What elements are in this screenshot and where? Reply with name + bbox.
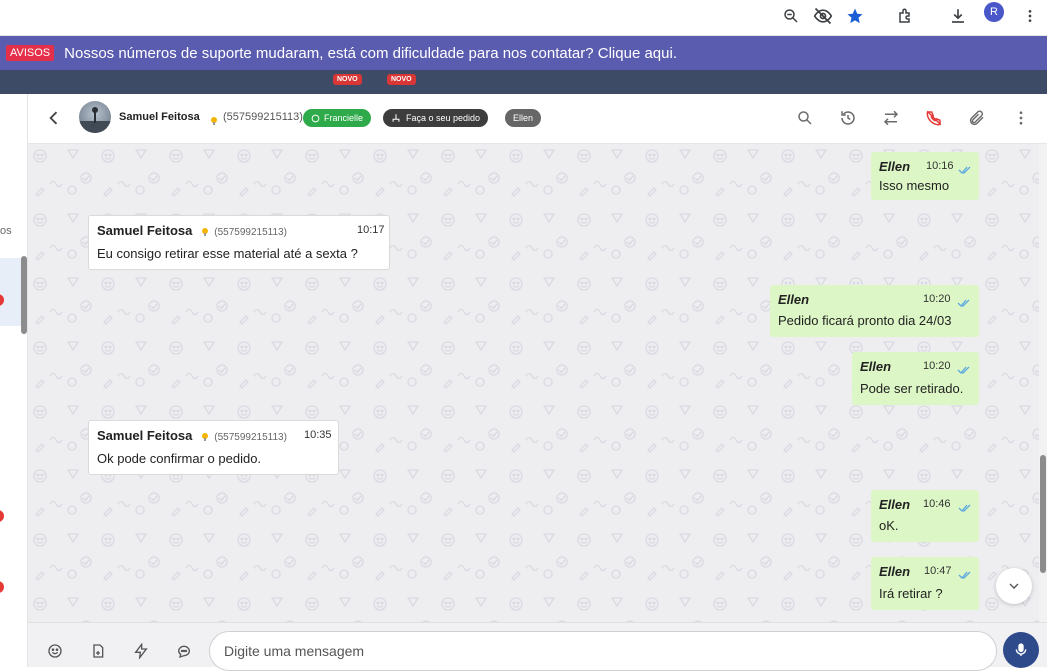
message-time: 10:20 [923, 360, 951, 372]
scroll-to-bottom-button[interactable] [996, 568, 1032, 604]
chevron-down-icon [1009, 583, 1019, 589]
read-ticks-icon [958, 500, 972, 512]
message-text: Isso mesmo [879, 178, 950, 193]
profile-avatar[interactable]: R [984, 2, 1004, 22]
message-outgoing[interactable]: Ellen 10:47 Irá retirar ? [871, 557, 979, 610]
back-icon[interactable] [44, 108, 64, 128]
message-text: Irá retirar ? [879, 586, 943, 601]
message-sender: Ellen [879, 159, 911, 174]
sun-icon [201, 228, 208, 236]
chat-header: Samuel Feitosa (557599215113) Francielle… [28, 94, 1047, 144]
search-icon[interactable] [796, 109, 814, 127]
chat-scrollbar-thumb[interactable] [1040, 455, 1046, 573]
sun-icon [209, 111, 219, 129]
message-time: 10:17 [357, 224, 385, 236]
unread-badge [0, 510, 4, 522]
sidebar-selected-item[interactable] [0, 258, 22, 326]
tag-ellen[interactable]: Ellen [505, 109, 542, 127]
microphone-icon [1015, 643, 1027, 656]
eye-off-icon[interactable] [809, 2, 837, 30]
message-sender: Samuel Feitosa [97, 428, 193, 443]
attachment-icon[interactable] [968, 109, 986, 127]
contact-phone: (557599215113) [223, 111, 303, 123]
tag-label: Ellen [513, 113, 534, 123]
message-text: oK. [879, 518, 899, 533]
transfer-icon[interactable] [882, 109, 900, 127]
message-sender: Ellen [778, 292, 810, 307]
extensions-icon[interactable] [892, 2, 920, 30]
history-icon[interactable] [839, 109, 857, 127]
chat-bubble-icon[interactable] [176, 643, 192, 659]
app-header-strip: NOVO NOVO [0, 70, 1047, 94]
sidebar-text-fragment: os [0, 225, 12, 237]
avatar[interactable] [79, 101, 111, 133]
quick-replies-icon[interactable] [90, 643, 106, 659]
message-outgoing[interactable]: Ellen 10:20 Pode ser retirado. [852, 352, 979, 405]
zoom-icon[interactable] [777, 2, 805, 30]
message-text: Ok pode confirmar o pedido. [97, 451, 262, 466]
contact-name: Samuel Feitosa [119, 111, 200, 123]
message-outgoing[interactable]: Ellen 10:46 oK. [871, 490, 979, 542]
notice-banner[interactable]: AVISOS Nossos números de suporte mudaram… [0, 36, 1047, 70]
unread-badge [0, 581, 4, 593]
message-time: 10:47 [924, 565, 952, 577]
browser-toolbar: R [0, 0, 1047, 36]
tag-label: Faça o seu pedido [406, 113, 481, 123]
message-sender: Ellen [879, 564, 911, 579]
read-ticks-icon [957, 295, 971, 307]
message-composer [28, 622, 1047, 671]
message-text: Eu consigo retirar esse material até a s… [97, 246, 358, 261]
message-outgoing[interactable]: Ellen 10:16 Isso mesmo [871, 152, 979, 200]
notice-text[interactable]: Nossos números de suporte mudaram, está … [64, 45, 677, 62]
sun-icon [201, 433, 208, 441]
read-ticks-icon [957, 362, 971, 374]
star-icon[interactable] [841, 2, 869, 30]
message-text: Pedido ficará pronto dia 24/03 [778, 313, 952, 328]
message-incoming[interactable]: Samuel Feitosa (557599215113) 10:17 Eu c… [88, 215, 390, 270]
whatsapp-icon [311, 114, 320, 122]
conversation-list-sliver[interactable]: os [0, 94, 28, 667]
message-time: 10:35 [304, 429, 332, 441]
message-text: Pode ser retirado. [860, 381, 964, 396]
message-input[interactable] [209, 631, 997, 671]
flow-icon [392, 114, 400, 122]
message-sender: Samuel Feitosa [97, 223, 193, 238]
message-sender-phone: (557599215113) [214, 227, 287, 238]
end-call-icon[interactable] [925, 109, 943, 127]
new-badge: NOVO [333, 74, 362, 85]
message-sender: Ellen [860, 359, 892, 374]
emoji-icon[interactable] [47, 643, 63, 659]
microphone-button[interactable] [1003, 632, 1039, 668]
read-ticks-icon [958, 162, 972, 174]
message-sender: Ellen [879, 497, 911, 512]
lightning-icon[interactable] [133, 642, 149, 661]
message-outgoing[interactable]: Ellen 10:20 Pedido ficará pronto dia 24/… [770, 285, 979, 337]
tag-faca-o-seu-pedido[interactable]: Faça o seu pedido [383, 109, 489, 127]
new-badge: NOVO [387, 74, 416, 85]
message-incoming[interactable]: Samuel Feitosa (557599215113) 10:35 Ok p… [88, 420, 339, 475]
message-time: 10:20 [923, 293, 951, 305]
message-sender-phone: (557599215113) [214, 432, 287, 443]
more-options-icon[interactable] [1012, 109, 1030, 127]
read-ticks-icon [958, 567, 972, 579]
chat-messages-area[interactable]: Ellen 10:16 Isso mesmo Samuel Feitosa (5… [28, 144, 1039, 622]
menu-dots-icon[interactable] [1016, 2, 1044, 30]
tag-francielle[interactable]: Francielle [303, 109, 372, 127]
message-time: 10:16 [926, 160, 954, 172]
download-icon[interactable] [944, 2, 972, 30]
message-time: 10:46 [923, 498, 951, 510]
sidebar-scrollbar[interactable] [21, 256, 27, 334]
tag-label: Francielle [324, 113, 364, 123]
notice-badge: AVISOS [6, 45, 55, 61]
